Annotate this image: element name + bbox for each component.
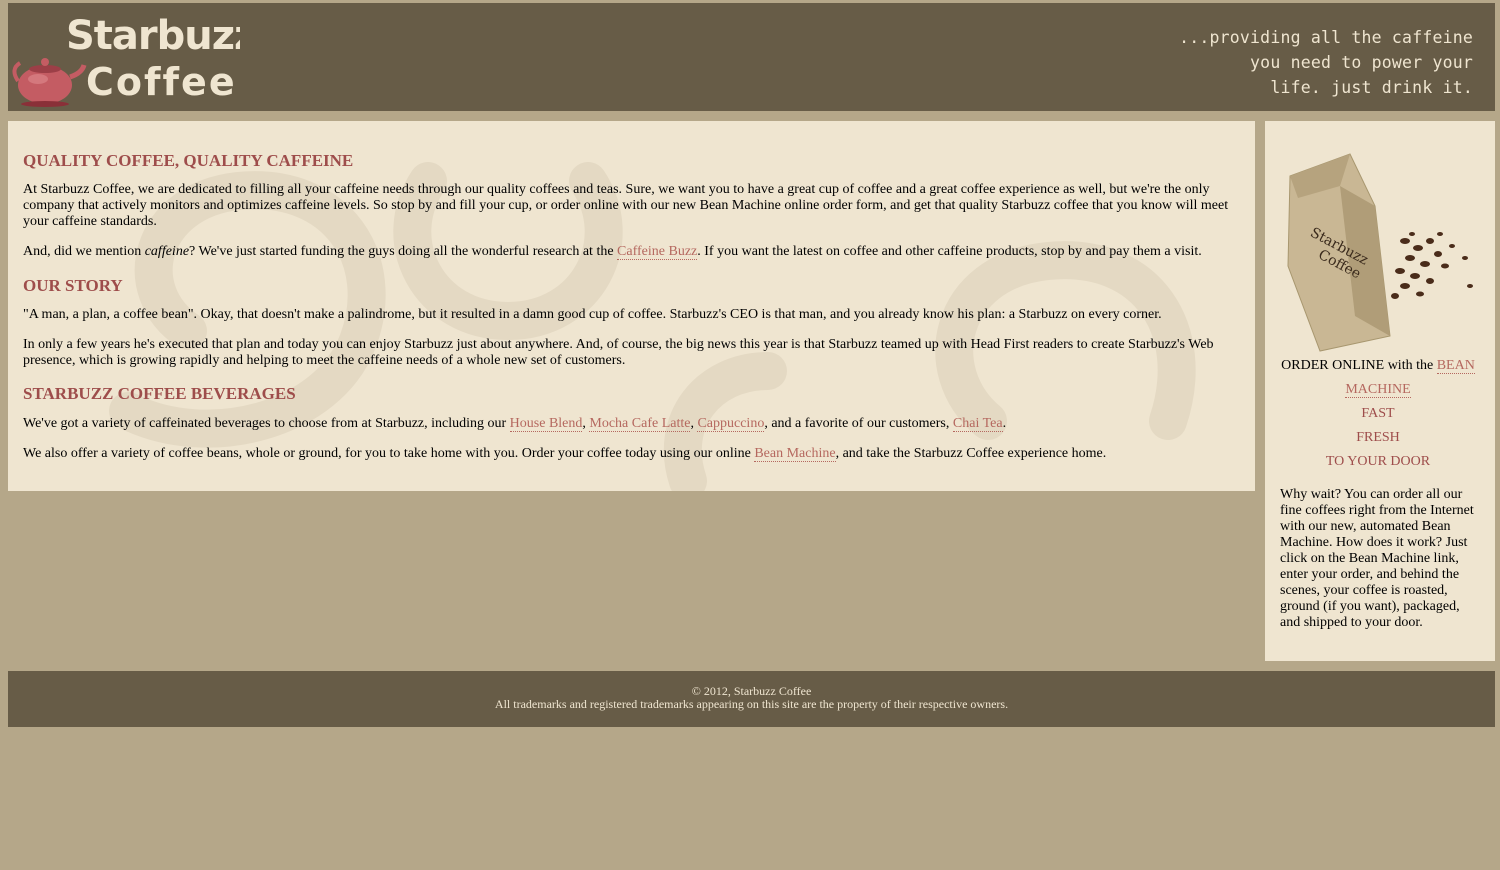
heading-quality-coffee: QUALITY COFFEE, QUALITY CAFFEINE [23, 151, 354, 170]
sidebar-bean-machine-link-2[interactable]: MACHINE [1345, 382, 1411, 398]
site-footer: © 2012, Starbuzz Coffee All trademarks a… [8, 671, 1495, 727]
coffee-bag-icon: Starbuzz Coffee [1287, 153, 1391, 352]
caffeine-text-b: ? We've just started funding the guys do… [189, 244, 618, 259]
sidebar: Starbuzz Coffee ORDER ONLINE with the BE… [1265, 121, 1495, 661]
paragraph-beverages: We've got a variety of caffeinated bever… [23, 416, 1240, 432]
chai-tea-link[interactable]: Chai Tea [952, 416, 1003, 432]
caffeine-text-a: And, did we mention [23, 244, 145, 259]
sidebar-fresh: FRESH [1356, 430, 1400, 445]
beverages-text-b: , and a favorite of our customers, [764, 416, 953, 431]
sidebar-fast: FAST [1361, 406, 1395, 421]
bean-machine-text-b: , and take the Starbuzz Coffee experienc… [835, 446, 1107, 461]
cappuccino-link[interactable]: Cappuccino [697, 416, 765, 432]
beverages-separator-1: , [582, 416, 586, 431]
starbuzz-logo[interactable]: Starbuzz Coffee [12, 7, 240, 107]
house-blend-link[interactable]: House Blend [509, 416, 583, 432]
order-online-line-2: MACHINE [1265, 378, 1491, 402]
logo-coffee-text: Coffee [86, 60, 237, 104]
site-header: Starbuzz Coffee ...providing all the caf… [8, 3, 1495, 111]
beverages-separator-2: , [690, 416, 694, 431]
paragraph-bean-machine: We also offer a variety of coffee beans,… [23, 446, 1240, 462]
paragraph-intro: At Starbuzz Coffee, we are dedicated to … [23, 182, 1229, 229]
heading-our-story: OUR STORY [23, 276, 123, 295]
caffeine-emphasis: caffeine [144, 244, 190, 259]
logo-starbuzz-text: Starbuzz [66, 13, 240, 59]
swirl-background-decoration [109, 162, 1196, 491]
slogan-line-2: you need to power your [1250, 53, 1473, 72]
beverages-text-a: We've got a variety of caffeinated bever… [23, 416, 510, 431]
main-content: QUALITY COFFEE, QUALITY CAFFEINE At Star… [8, 121, 1255, 491]
caffeine-buzz-link[interactable]: Caffeine Buzz [617, 244, 698, 260]
bean-machine-text-a: We also offer a variety of coffee beans,… [23, 446, 755, 461]
footer-trademark: All trademarks and registered trademarks… [494, 697, 1009, 711]
order-online-line: ORDER ONLINE with the BEAN [1265, 354, 1491, 378]
footer-copyright: © 2012, Starbuzz Coffee [691, 684, 812, 698]
beverages-text-c: . [1002, 416, 1007, 431]
sidebar-bean-machine-link-1[interactable]: BEAN [1436, 358, 1475, 374]
sidebar-description: Why wait? You can order all our fine cof… [1280, 487, 1474, 630]
coffee-bag-image: Starbuzz Coffee [1287, 153, 1473, 352]
mocha-cafe-latte-link[interactable]: Mocha Cafe Latte [589, 416, 691, 432]
paragraph-caffeine-buzz: And, did we mention caffeine? We've just… [23, 244, 1240, 260]
order-online-text: ORDER ONLINE with the [1281, 358, 1437, 373]
heading-beverages: STARBUZZ COFFEE BEVERAGES [23, 384, 296, 403]
paragraph-story-1: "A man, a plan, a coffee bean". Okay, th… [23, 307, 1162, 322]
paragraph-story-2: In only a few years he's executed that p… [23, 337, 1214, 368]
sidebar-to-your-door: TO YOUR DOOR [1325, 454, 1431, 469]
caffeine-text-c: . If you want the latest on coffee and o… [697, 244, 1202, 259]
slogan-line-3: life. just drink it. [1270, 78, 1473, 97]
teapot-icon [12, 58, 87, 107]
bean-machine-link[interactable]: Bean Machine [754, 446, 836, 462]
coffee-beans-icon [1391, 232, 1473, 299]
slogan: ...providing all the caffeine you need t… [1179, 25, 1473, 100]
slogan-line-1: ...providing all the caffeine [1179, 28, 1473, 47]
